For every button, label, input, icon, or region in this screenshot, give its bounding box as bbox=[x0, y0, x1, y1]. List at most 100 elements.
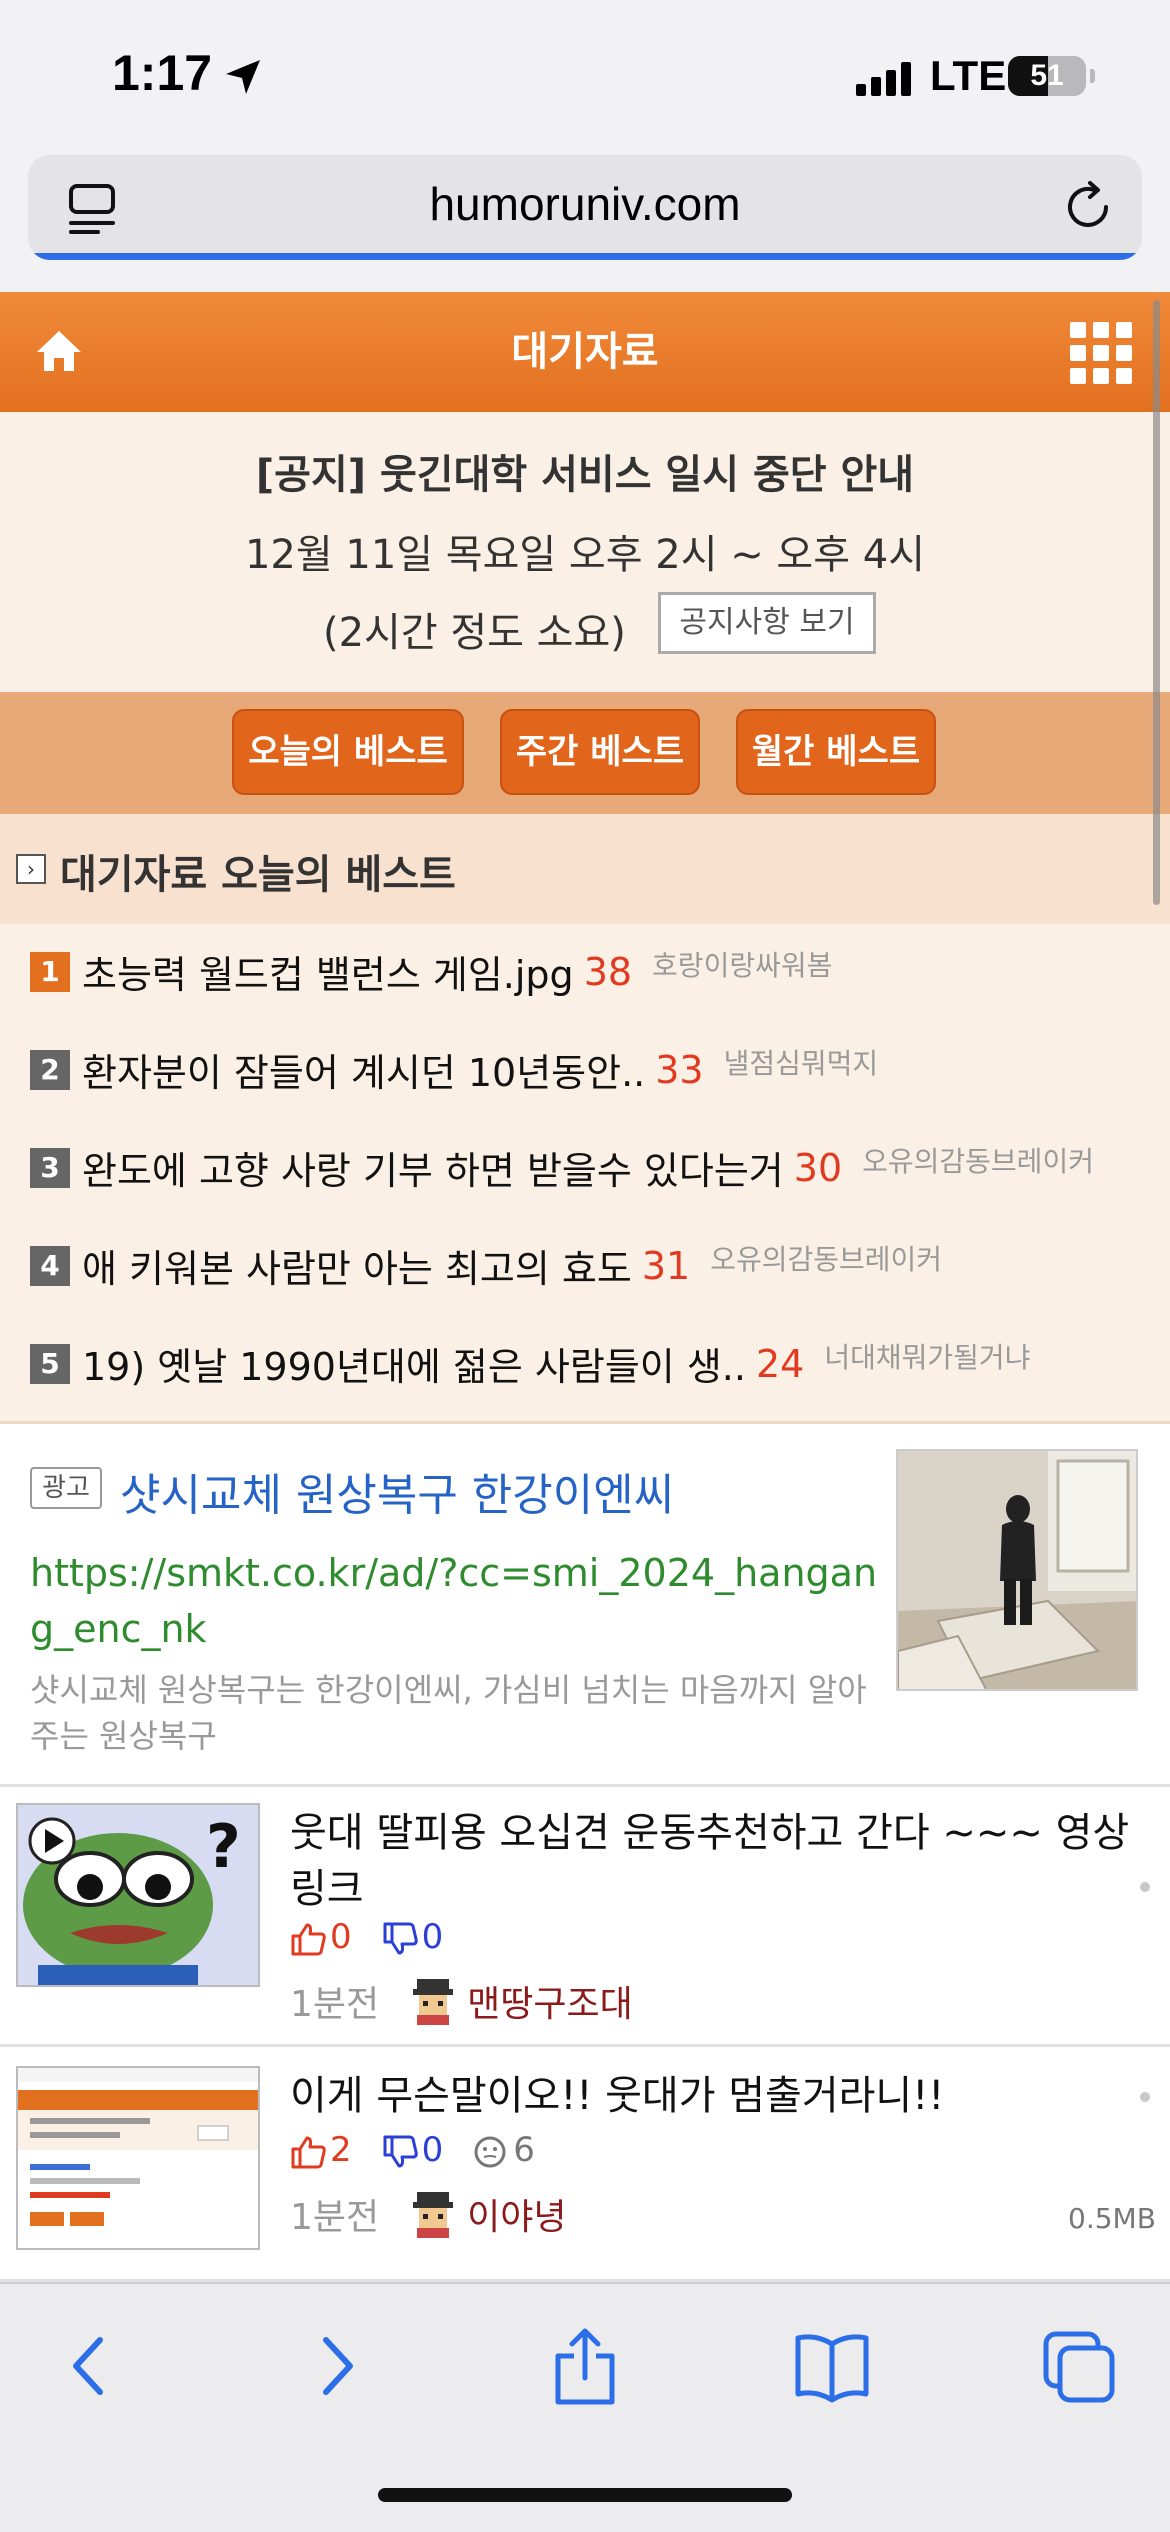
page-title: 대기자료 bbox=[511, 329, 659, 375]
comment-count: 24 bbox=[755, 1341, 805, 1386]
post-time: 1분전 bbox=[290, 1984, 380, 2025]
thumbs-down-icon[interactable] bbox=[382, 1922, 418, 1956]
monthly-best-button[interactable]: 월간 베스트 bbox=[736, 709, 936, 795]
post-thumbnail[interactable] bbox=[16, 2066, 260, 2250]
network-type: LTE bbox=[930, 52, 1007, 99]
share-icon[interactable] bbox=[550, 2326, 620, 2406]
more-dot bbox=[1140, 2092, 1150, 2102]
ad-image[interactable] bbox=[896, 1449, 1138, 1691]
notice-schedule: 12월 11일 목요일 오후 2시 ~ 오후 4시 bbox=[244, 532, 925, 578]
status-bar: 1:17 LTE 51 bbox=[0, 0, 1170, 150]
best-item-author: 오유의감동브레이커 bbox=[862, 1145, 1094, 1178]
post-thumbnail[interactable]: ? bbox=[16, 1803, 260, 1987]
location-arrow-icon bbox=[226, 60, 260, 94]
scrollbar[interactable] bbox=[1153, 300, 1160, 905]
best-list-item[interactable]: 3 완도에 고향 사랑 기부 하면 받을수 있다는거 30 오유의감동브레이커 bbox=[30, 1140, 1094, 1200]
best-list-item[interactable]: 2 환자분이 잠들어 계시던 10년동안.. 33 낼점심뭐먹지 bbox=[30, 1042, 878, 1102]
smiley-icon bbox=[474, 2136, 506, 2167]
best-item-title[interactable]: 초능력 월드컵 밸런스 게임.jpg bbox=[82, 953, 574, 997]
comment-count: 33 bbox=[655, 1047, 704, 1092]
best-item-title[interactable]: 19) 옛날 1990년대에 젊은 사람들이 생.. bbox=[82, 1345, 746, 1389]
ad-photo-room bbox=[898, 1451, 1136, 1689]
screenshot-thumbnail-image bbox=[18, 2068, 258, 2248]
post-info: 1분전 이야녕 bbox=[290, 2188, 567, 2240]
reload-icon[interactable] bbox=[1062, 181, 1114, 233]
rank-badge: 4 bbox=[30, 1245, 70, 1286]
pepe-frog-image: ? bbox=[18, 1805, 258, 1985]
post-author[interactable]: 이야녕 bbox=[467, 2197, 566, 2238]
view-count: 6 bbox=[513, 2130, 535, 2170]
chevron-right-icon: › bbox=[16, 854, 46, 884]
ad-title[interactable]: 샷시교체 원상복구 한강이엔씨 bbox=[120, 1459, 674, 1523]
best-item-title[interactable]: 애 키워본 사람만 아는 최고의 효도 bbox=[82, 1247, 632, 1291]
page-load-progress bbox=[28, 253, 1142, 260]
post-author[interactable]: 맨땅구조대 bbox=[467, 1984, 633, 2025]
back-icon[interactable] bbox=[60, 2326, 116, 2406]
file-size: 0.5MB bbox=[1068, 2202, 1156, 2235]
post-votes: 00 bbox=[290, 1917, 473, 1957]
section-title: 대기자료 오늘의 베스트 bbox=[60, 852, 456, 898]
notice-banner: [공지] 웃긴대학 서비스 일시 중단 안내 12월 11일 목요일 오후 2시… bbox=[0, 412, 1170, 692]
today-best-button[interactable]: 오늘의 베스트 bbox=[232, 709, 464, 795]
status-time: 1:17 bbox=[112, 45, 213, 101]
ad-block[interactable]: 광고 샷시교체 원상복구 한강이엔씨 https://smkt.co.kr/ad… bbox=[0, 1427, 1170, 1787]
weekly-best-button[interactable]: 주간 베스트 bbox=[500, 709, 700, 795]
url-text[interactable]: humoruniv.com bbox=[28, 155, 1142, 253]
grid-menu-icon[interactable] bbox=[1070, 322, 1132, 384]
upvote-count: 0 bbox=[330, 1917, 352, 1957]
ad-url[interactable]: https://smkt.co.kr/ad/?cc=smi_2024_hanga… bbox=[30, 1545, 890, 1657]
post-item[interactable]: ? 웃대 딸피용 오십견 운동추천하고 간다 ~~~ 영상 링크 00 1분전 맨… bbox=[0, 1787, 1170, 2047]
downvote-count: 0 bbox=[421, 2130, 444, 2170]
address-bar[interactable]: humoruniv.com bbox=[28, 155, 1142, 260]
post-title[interactable]: 웃대 딸피용 오십견 운동추천하고 간다 ~~~ 영상 링크 bbox=[290, 1805, 1150, 1917]
notice-duration: (2시간 정도 소요) bbox=[323, 610, 626, 656]
best-item-author: 낼점심뭐먹지 bbox=[723, 1047, 879, 1080]
post-info: 1분전 맨땅구조대 bbox=[290, 1975, 633, 2027]
rank-badge: 1 bbox=[30, 951, 70, 992]
forward-icon[interactable] bbox=[310, 2326, 366, 2406]
best-list-item[interactable]: 5 19) 옛날 1990년대에 젊은 사람들이 생.. 24 너대채뭐가될거냐 bbox=[30, 1336, 1030, 1396]
comment-count: 30 bbox=[793, 1145, 843, 1190]
best-item-author: 너대채뭐가될거냐 bbox=[824, 1341, 1031, 1374]
battery-nub bbox=[1090, 69, 1095, 83]
battery-icon: 51 bbox=[1008, 56, 1086, 96]
section-header: › 대기자료 오늘의 베스트 bbox=[0, 814, 1170, 924]
home-indicator bbox=[378, 2488, 792, 2502]
signal-icon bbox=[856, 62, 911, 96]
avatar bbox=[413, 1979, 454, 2025]
phone-screen: 1:17 LTE 51 humoruniv.com 대기자료 [공지] 웃긴대학… bbox=[0, 0, 1170, 2532]
site-header: 대기자료 bbox=[0, 292, 1170, 412]
svg-text:?: ? bbox=[206, 1812, 241, 1882]
best-tabs: 오늘의 베스트 주간 베스트 월간 베스트 bbox=[0, 692, 1170, 814]
best-item-title[interactable]: 완도에 고향 사랑 기부 하면 받을수 있다는거 bbox=[82, 1149, 784, 1193]
post-votes: 2 0 6 bbox=[290, 2130, 535, 2170]
post-item[interactable]: 이게 무슨말이오!! 웃대가 멈출거라니!! 2 0 6 1분전 이야녕 0.5MB bbox=[0, 2050, 1170, 2282]
avatar bbox=[413, 2192, 454, 2238]
ad-description: 샷시교체 원상복구는 한강이엔씨, 가심비 넘치는 마음까지 알아주는 원상복구 bbox=[30, 1671, 867, 1755]
best-list-item[interactable]: 1 초능력 월드컵 밸런스 게임.jpg 38 호랑이랑싸워봄 bbox=[30, 944, 832, 1004]
comment-count: 38 bbox=[583, 949, 633, 994]
downvote-count: 0 bbox=[421, 1917, 444, 1957]
more-dot bbox=[1140, 1882, 1150, 1892]
best-item-title[interactable]: 환자분이 잠들어 계시던 10년동안.. bbox=[82, 1051, 645, 1095]
best-item-author: 호랑이랑싸워봄 bbox=[652, 949, 833, 982]
rank-badge: 5 bbox=[30, 1343, 70, 1384]
thumbs-up-icon[interactable] bbox=[290, 2135, 326, 2169]
bookmarks-icon[interactable] bbox=[792, 2326, 872, 2406]
thumbs-up-icon[interactable] bbox=[290, 1922, 326, 1956]
web-page: 대기자료 [공지] 웃긴대학 서비스 일시 중단 안내 12월 11일 목요일 … bbox=[0, 292, 1170, 2282]
comment-count: 31 bbox=[641, 1243, 691, 1288]
upvote-count: 2 bbox=[330, 2130, 352, 2170]
best-list: 1 초능력 월드컵 밸런스 게임.jpg 38 호랑이랑싸워봄 2 환자분이 잠들어 계… bbox=[0, 924, 1170, 1424]
rank-badge: 3 bbox=[30, 1147, 70, 1188]
rank-badge: 2 bbox=[30, 1049, 70, 1090]
ad-badge: 광고 bbox=[30, 1467, 102, 1509]
post-title[interactable]: 이게 무슨말이오!! 웃대가 멈출거라니!! bbox=[290, 2068, 1150, 2124]
best-list-item[interactable]: 4 애 키워본 사람만 아는 최고의 효도 31 오유의감동브레이커 bbox=[30, 1238, 942, 1298]
post-time: 1분전 bbox=[290, 2197, 380, 2238]
best-item-author: 오유의감동브레이커 bbox=[710, 1243, 943, 1276]
tabs-icon[interactable] bbox=[1040, 2326, 1120, 2406]
view-notice-button[interactable]: 공지사항 보기 bbox=[658, 592, 876, 654]
thumbs-down-icon[interactable] bbox=[382, 2135, 418, 2169]
notice-title[interactable]: [공지] 웃긴대학 서비스 일시 중단 안내 bbox=[0, 442, 1170, 500]
